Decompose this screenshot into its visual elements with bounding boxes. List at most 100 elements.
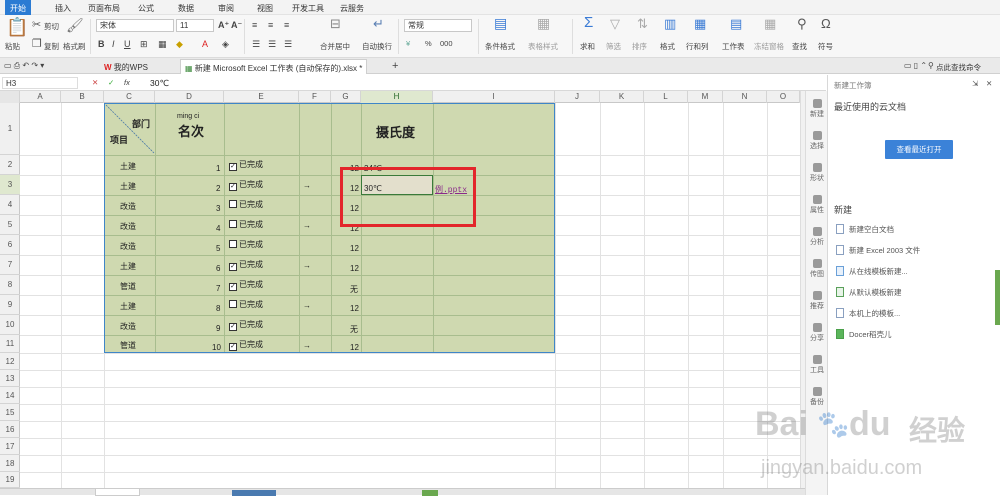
row-header[interactable]: 17: [0, 438, 20, 455]
row-header[interactable]: 15: [0, 404, 20, 421]
row-header[interactable]: 4: [0, 195, 20, 215]
view-recent-button[interactable]: 查看最近打开: [885, 140, 953, 159]
sheet-tab-bar[interactable]: [0, 488, 826, 496]
filter-icon[interactable]: ▽: [610, 17, 620, 30]
conditional-format-button[interactable]: 条件格式: [485, 41, 515, 52]
worksheet-button[interactable]: 工作表: [722, 41, 745, 52]
column-header[interactable]: K: [600, 91, 644, 103]
side-upload-image[interactable]: 传图: [806, 259, 828, 279]
align-center-icon[interactable]: ☰: [268, 39, 276, 50]
status-checkbox[interactable]: ✓ 已完成: [229, 159, 263, 171]
online-template-item[interactable]: 从在线模板新建...: [836, 266, 908, 277]
align-bottom-icon[interactable]: ≡: [284, 20, 289, 30]
menu-insert[interactable]: 插入: [55, 3, 71, 14]
tab-my-wps[interactable]: W 我的WPS: [100, 59, 152, 74]
menu-formulas[interactable]: 公式: [138, 3, 154, 14]
new-blank-item[interactable]: 新建空白文档: [836, 224, 894, 235]
side-tools[interactable]: 工具: [806, 355, 828, 375]
status-checkbox[interactable]: ✓ 已完成: [229, 179, 263, 191]
merge-icon[interactable]: ▦: [158, 39, 167, 50]
row-col-icon[interactable]: ▦: [694, 17, 706, 30]
docer-item[interactable]: Docer稻壳儿: [836, 329, 892, 340]
quick-access-icons[interactable]: ▭ ⎙ ↶ ↷ ▾: [4, 61, 44, 71]
side-properties[interactable]: 属性: [806, 195, 828, 215]
shrink-font-icon[interactable]: A⁻: [231, 20, 242, 31]
sort-button[interactable]: 排序: [632, 41, 647, 52]
sum-icon[interactable]: Σ: [584, 15, 593, 30]
row-header[interactable]: 8: [0, 275, 20, 295]
column-header[interactable]: D: [155, 91, 224, 103]
side-analysis[interactable]: 分析: [806, 227, 828, 247]
local-template-item[interactable]: 本机上的模板...: [836, 308, 900, 319]
percent-button[interactable]: %: [425, 39, 432, 48]
status-checkbox[interactable]: ✓ 已完成: [229, 339, 263, 351]
cell-d9[interactable]: 8: [216, 304, 220, 313]
worksheet-icon[interactable]: ▤: [730, 17, 742, 30]
cell-d6[interactable]: 5: [216, 244, 220, 253]
cell-d5[interactable]: 4: [216, 224, 220, 233]
symbol-icon[interactable]: Ω: [821, 17, 831, 30]
font-color-icon[interactable]: A: [202, 39, 208, 49]
side-shape[interactable]: 形状: [806, 163, 828, 183]
column-header[interactable]: F: [299, 91, 331, 103]
menu-developer[interactable]: 开发工具: [292, 3, 324, 14]
cut-button[interactable]: 剪切: [44, 21, 59, 32]
table-style-icon[interactable]: ▦: [537, 16, 550, 30]
side-recommend[interactable]: 推荐: [806, 291, 828, 311]
fx-button[interactable]: fx: [124, 78, 130, 87]
status-checkbox[interactable]: ✓ 已完成: [229, 319, 263, 331]
cell-d11[interactable]: 10: [212, 343, 221, 352]
cell-c3[interactable]: 土建: [120, 181, 136, 192]
row-header[interactable]: 5: [0, 215, 20, 235]
underline-icon[interactable]: U: [124, 39, 131, 49]
cut-icon[interactable]: ✂: [32, 20, 41, 31]
format-button[interactable]: 格式: [660, 41, 675, 52]
status-checkbox[interactable]: ✓ 已完成: [229, 279, 263, 291]
menu-view[interactable]: 视图: [257, 3, 273, 14]
column-header[interactable]: E: [224, 91, 299, 103]
search-command-label[interactable]: 点此查找命令: [936, 62, 981, 73]
select-all-corner[interactable]: [0, 91, 20, 103]
italic-icon[interactable]: I: [112, 39, 115, 49]
row-header[interactable]: 19: [0, 472, 20, 488]
cell-d8[interactable]: 7: [216, 284, 220, 293]
row-header[interactable]: 2: [0, 155, 20, 175]
find-button[interactable]: 查找: [792, 41, 807, 52]
column-header[interactable]: J: [555, 91, 600, 103]
thousands-button[interactable]: 000: [440, 39, 453, 48]
row-header[interactable]: 16: [0, 421, 20, 438]
freeze-icon[interactable]: ▦: [764, 17, 776, 30]
align-right-icon[interactable]: ☰: [284, 39, 292, 50]
cell-c8[interactable]: 管道: [120, 281, 136, 292]
menu-data[interactable]: 数据: [178, 3, 194, 14]
align-middle-icon[interactable]: ≡: [268, 20, 273, 30]
status-checkbox[interactable]: 已完成: [229, 199, 263, 210]
name-box[interactable]: H3: [2, 77, 78, 89]
cell-g6[interactable]: 12: [350, 244, 359, 253]
sum-button[interactable]: 求和: [580, 41, 595, 52]
row-header[interactable]: 6: [0, 235, 20, 255]
row-header[interactable]: 9: [0, 295, 20, 315]
cell-d2[interactable]: 1: [216, 164, 220, 173]
format-painter-icon[interactable]: 🖌: [66, 18, 84, 32]
merge-center-icon[interactable]: ⊟: [330, 17, 341, 30]
conditional-format-icon[interactable]: ▤: [494, 16, 507, 30]
column-header[interactable]: A: [20, 91, 61, 103]
row-header[interactable]: 13: [0, 370, 20, 387]
sheet-tab-colored[interactable]: [232, 490, 276, 496]
status-checkbox[interactable]: 已完成: [229, 299, 263, 310]
align-left-icon[interactable]: ☰: [252, 39, 260, 50]
format-icon[interactable]: ▥: [664, 17, 676, 30]
cell-d3[interactable]: 2: [216, 184, 220, 193]
formula-input[interactable]: 30℃: [150, 78, 169, 89]
cell-c10[interactable]: 改造: [120, 321, 136, 332]
column-header[interactable]: O: [767, 91, 800, 103]
default-template-item[interactable]: 从默认模板新建: [836, 287, 902, 298]
cell-c6[interactable]: 改造: [120, 241, 136, 252]
row-col-button[interactable]: 行和列: [686, 41, 709, 52]
close-icon[interactable]: ✕: [986, 79, 992, 88]
cancel-icon[interactable]: ✕: [92, 78, 98, 87]
menu-review[interactable]: 审阅: [218, 3, 234, 14]
column-header[interactable]: N: [723, 91, 767, 103]
cell-g8[interactable]: 无: [350, 284, 358, 295]
